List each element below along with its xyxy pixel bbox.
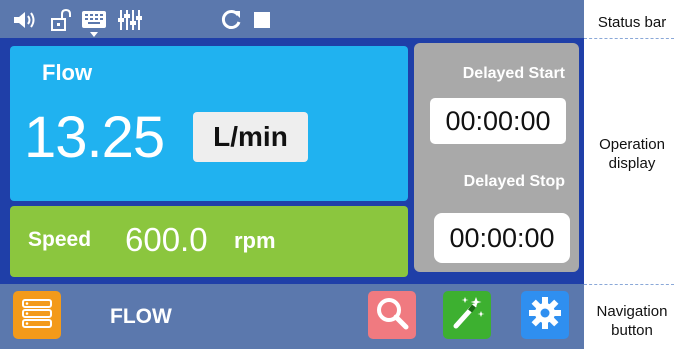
- sliders-icon[interactable]: [117, 9, 143, 31]
- delayed-stop-label: Delayed Stop: [463, 173, 565, 190]
- operation-display-annotation-line1: Operation: [599, 136, 665, 153]
- speed-unit: rpm: [234, 228, 276, 253]
- keyboard-icon[interactable]: [80, 9, 108, 39]
- refresh-icon[interactable]: [220, 9, 242, 31]
- search-button[interactable]: [368, 291, 416, 339]
- delayed-start-time-field[interactable]: 00:00:00: [430, 98, 566, 144]
- menu-list-icon: [20, 296, 54, 335]
- magic-wand-button[interactable]: [443, 291, 491, 339]
- search-icon: [373, 294, 411, 337]
- status-bar-annotation: Status bar: [597, 14, 667, 31]
- settings-button[interactable]: [521, 291, 569, 339]
- navigation-title: FLOW: [110, 305, 172, 328]
- flow-value: 13.25: [24, 105, 165, 170]
- operation-display-annotation-line2: display: [608, 155, 656, 172]
- delay-panel: Delayed Start 00:00:00 Delayed Stop 00:0…: [414, 43, 579, 272]
- speed-value: 600.0: [125, 221, 208, 258]
- stop-square-icon[interactable]: [252, 9, 272, 31]
- gear-icon: [526, 294, 564, 337]
- speed-label: Speed: [28, 228, 92, 251]
- status-bar: [0, 0, 584, 38]
- navigation-button-annotation-line2: button: [611, 322, 653, 339]
- delayed-start-label: Delayed Start: [462, 65, 565, 82]
- flow-panel[interactable]: Flow 13.25 L/min: [10, 46, 408, 201]
- navigation-divider: [584, 284, 674, 285]
- navigation-button-annotation-line1: Navigation: [596, 303, 668, 320]
- navigation-bar: FLOW: [0, 284, 584, 349]
- speed-panel[interactable]: Speed 600.0 rpm: [10, 206, 408, 277]
- menu-button[interactable]: [13, 291, 61, 339]
- unlocked-padlock-icon[interactable]: [50, 8, 72, 31]
- flow-label: Flow: [42, 60, 93, 85]
- magic-wand-icon: [448, 294, 486, 337]
- delayed-stop-time-field[interactable]: 00:00:00: [434, 213, 570, 263]
- operation-display: Flow 13.25 L/min Speed 600.0 rpm Delayed…: [0, 38, 584, 284]
- device-screen: Flow 13.25 L/min Speed 600.0 rpm Delayed…: [0, 0, 584, 349]
- speaker-icon[interactable]: [12, 9, 40, 31]
- status-bar-divider: [584, 38, 674, 39]
- flow-unit-button[interactable]: L/min: [193, 112, 308, 162]
